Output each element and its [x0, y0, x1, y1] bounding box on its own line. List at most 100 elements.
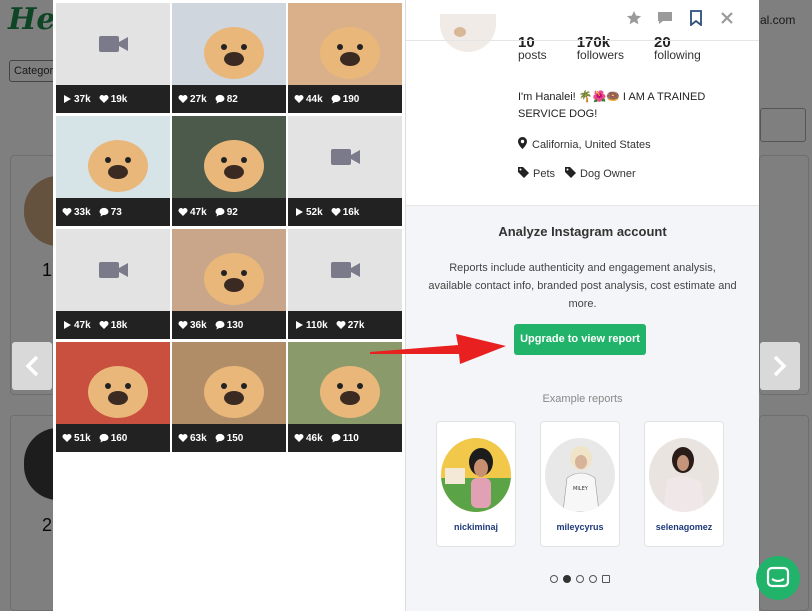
- analyze-description: Reports include authenticity and engagem…: [428, 262, 737, 310]
- example-avatar: [649, 438, 719, 512]
- comment-icon: [215, 320, 225, 330]
- comments-stat: 190: [331, 94, 359, 105]
- stat-value: 19k: [110, 93, 128, 105]
- media-tile[interactable]: 51k 160: [56, 342, 170, 452]
- media-tile[interactable]: 37k 19k: [56, 3, 170, 113]
- profile-tags: Pets Dog Owner: [518, 167, 636, 181]
- media-tile[interactable]: 27k 82: [172, 3, 286, 113]
- photo-image: [204, 366, 264, 418]
- heart-icon: [99, 321, 109, 329]
- photo-thumbnail: [56, 342, 170, 424]
- analyze-title: Analyze Instagram account: [498, 224, 667, 239]
- chat-button[interactable]: [756, 556, 800, 600]
- media-tile[interactable]: 47k 92: [172, 116, 286, 226]
- photo-image: [204, 253, 264, 305]
- stat-value: 27k: [347, 319, 365, 331]
- comment-icon: [99, 207, 109, 217]
- carousel-dot[interactable]: [550, 575, 558, 583]
- followers-value: 170k: [576, 34, 611, 48]
- close-icon[interactable]: [719, 10, 735, 26]
- plays-stat: 47k: [62, 320, 91, 331]
- video-thumbnail: [288, 116, 402, 198]
- modal-actions: [626, 10, 735, 27]
- following-value: 20: [654, 34, 671, 48]
- photo-image: [88, 140, 148, 192]
- stat-value: 160: [110, 432, 128, 444]
- tile-stats-bar: 44k 190: [288, 85, 402, 113]
- tile-stats-bar: 51k 160: [56, 424, 170, 452]
- likes-stat: 46k: [294, 433, 323, 444]
- media-tile[interactable]: 63k 150: [172, 342, 286, 452]
- tag-icon: [518, 167, 529, 181]
- play-icon: [64, 321, 71, 329]
- photo-image: [320, 27, 380, 79]
- likes-stat: 33k: [62, 207, 91, 218]
- tag-dog-owner[interactable]: Dog Owner: [565, 167, 636, 181]
- example-username: selenagomez: [655, 522, 713, 532]
- message-icon[interactable]: [657, 10, 673, 26]
- tile-stats-bar: 47k 18k: [56, 311, 170, 339]
- following-stat: 20 following: [654, 30, 701, 62]
- next-profile-button[interactable]: [760, 342, 800, 390]
- comments-stat: 110: [331, 433, 359, 444]
- comment-icon: [215, 433, 225, 443]
- media-tile[interactable]: 36k 130: [172, 229, 286, 339]
- heart-icon: [62, 434, 72, 442]
- example-report-card[interactable]: MILEY mileycyrus: [540, 421, 620, 547]
- profile-modal: 37k 19k 27k 82 44k 190 33k 73 47k 92 52k 16k 47k 18k 3…: [53, 0, 759, 611]
- upgrade-button[interactable]: Upgrade to view report: [514, 324, 646, 355]
- comments-stat: 73: [99, 207, 122, 218]
- likes-stat: 18k: [99, 320, 127, 331]
- annotation-arrow: [370, 334, 506, 364]
- following-label: following: [654, 48, 701, 62]
- example-report-card[interactable]: nickiminaj: [436, 421, 516, 547]
- stat-value: 37k: [74, 93, 91, 105]
- likes-stat: 19k: [99, 93, 128, 105]
- stat-value: 92: [226, 206, 238, 218]
- carousel-dots: [550, 575, 610, 583]
- media-tile[interactable]: 47k 18k: [56, 229, 170, 339]
- followers-stat: 170k followers: [577, 30, 624, 62]
- likes-stat: 47k: [178, 207, 207, 218]
- header-divider: [406, 40, 759, 41]
- stat-value: 130: [226, 319, 244, 331]
- carousel-dot[interactable]: [602, 575, 610, 583]
- media-tile[interactable]: 44k 190: [288, 3, 402, 113]
- example-username: nickiminaj: [453, 522, 498, 532]
- example-report-card[interactable]: selenagomez: [644, 421, 724, 547]
- svg-text:MILEY: MILEY: [573, 486, 589, 492]
- carousel-dot-active[interactable]: [563, 575, 571, 583]
- photo-thumbnail: [172, 116, 286, 198]
- bookmark-icon[interactable]: [688, 10, 704, 27]
- photo-thumbnail: [172, 229, 286, 311]
- tag-label: Dog Owner: [580, 168, 636, 180]
- heart-icon: [331, 208, 341, 216]
- carousel-dot[interactable]: [576, 575, 584, 583]
- stat-value: 63k: [190, 432, 207, 444]
- video-camera-icon: [331, 149, 360, 165]
- video-camera-icon: [331, 262, 360, 278]
- media-tile[interactable]: 110k 27k: [288, 229, 402, 339]
- plays-stat: 110k: [294, 320, 328, 331]
- photo-thumbnail: [288, 3, 402, 85]
- stat-value: 36k: [190, 319, 207, 331]
- video-camera-icon: [99, 262, 128, 278]
- comments-stat: 150: [215, 433, 243, 444]
- followers-label: followers: [576, 48, 625, 62]
- media-tile[interactable]: 33k 73: [56, 116, 170, 226]
- tile-stats-bar: 37k 19k: [56, 85, 170, 113]
- comment-icon: [331, 433, 341, 443]
- likes-stat: 27k: [336, 319, 365, 331]
- media-tile[interactable]: 52k 16k: [288, 116, 402, 226]
- tile-stats-bar: 36k 130: [172, 311, 286, 339]
- plays-stat: 37k: [62, 94, 91, 105]
- carousel-dot[interactable]: [589, 575, 597, 583]
- star-icon[interactable]: [626, 10, 642, 26]
- tag-pets[interactable]: Pets: [518, 167, 555, 181]
- video-thumbnail: [288, 229, 402, 311]
- heart-icon: [178, 95, 188, 103]
- example-reports-label: Example reports: [542, 393, 623, 405]
- tile-stats-bar: 63k 150: [172, 424, 286, 452]
- prev-profile-button[interactable]: [12, 342, 52, 390]
- stat-value: 47k: [190, 206, 207, 218]
